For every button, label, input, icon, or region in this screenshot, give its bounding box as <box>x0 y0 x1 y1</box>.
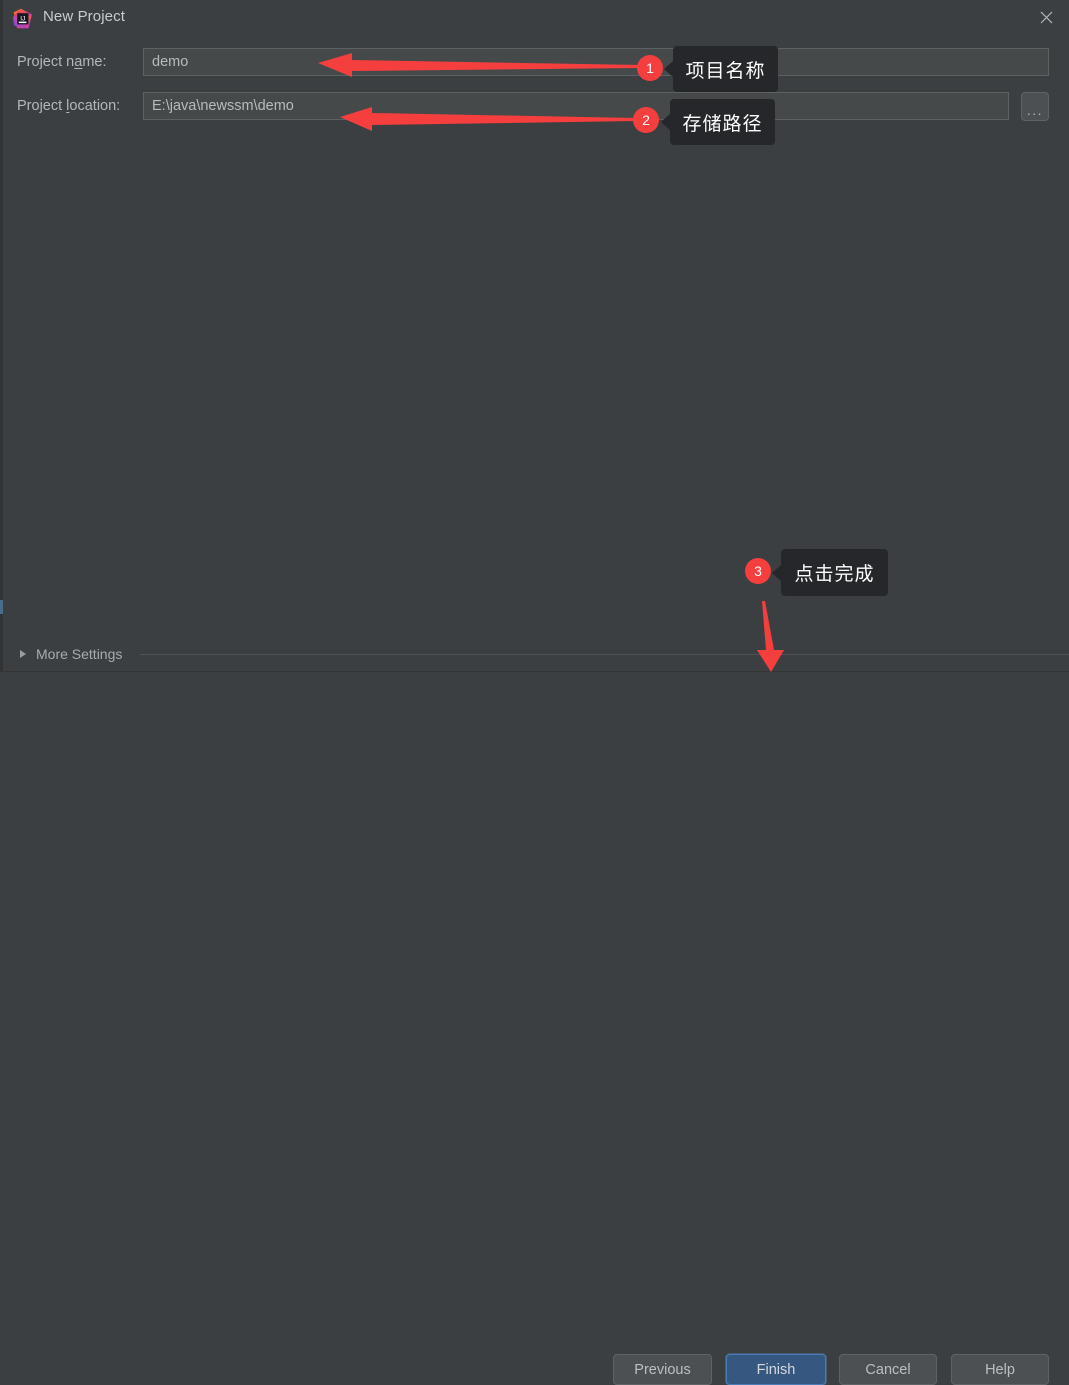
project-name-label-pre: Project n <box>17 54 75 70</box>
browse-button[interactable]: ... <box>1021 92 1049 121</box>
project-name-value: demo <box>152 54 189 70</box>
dialog-left-edge-accent <box>0 600 3 614</box>
project-name-field[interactable]: demo <box>143 48 1049 76</box>
cancel-button-label: Cancel <box>865 1361 911 1378</box>
more-settings-separator <box>140 654 1069 655</box>
finish-button-label: Finish <box>756 1361 796 1378</box>
help-button-label: Help <box>985 1361 1015 1378</box>
svg-text:IJ: IJ <box>20 15 25 22</box>
titlebar: IJ New Project <box>0 0 1069 37</box>
finish-button[interactable]: Finish <box>726 1354 826 1385</box>
triangle-right-icon <box>20 650 26 658</box>
project-name-label: Project name: <box>17 54 106 70</box>
annotation-badge-3: 3 <box>745 558 771 584</box>
cancel-button[interactable]: Cancel <box>839 1354 937 1385</box>
new-project-dialog: IJ New Project Project name: demo Projec… <box>0 0 1069 1385</box>
ellipsis-icon: ... <box>1026 102 1044 118</box>
project-location-field[interactable]: E:\java\newssm\demo <box>143 92 1009 120</box>
project-name-label-post: me: <box>82 54 107 70</box>
annotation-arrow-3 <box>757 601 784 672</box>
window-title: New Project <box>43 8 125 25</box>
intellij-idea-icon: IJ <box>12 8 33 29</box>
help-button[interactable]: Help <box>951 1354 1049 1385</box>
project-location-label: Project location: <box>17 98 120 114</box>
footer-button-bar: Previous Finish Cancel Help <box>0 672 1069 1385</box>
more-settings-label: More Settings <box>36 646 123 662</box>
more-settings-toggle[interactable]: More Settings <box>20 644 122 664</box>
project-location-label-post: ocation: <box>69 98 121 114</box>
project-location-value: E:\java\newssm\demo <box>152 98 294 114</box>
dialog-left-edge <box>0 0 3 727</box>
project-location-label-pre: Project <box>17 98 67 114</box>
annotation-tooltip-3: 点击完成 <box>772 549 888 596</box>
previous-button[interactable]: Previous <box>613 1354 712 1385</box>
previous-button-label: Previous <box>634 1361 691 1378</box>
close-icon[interactable] <box>1023 0 1069 34</box>
